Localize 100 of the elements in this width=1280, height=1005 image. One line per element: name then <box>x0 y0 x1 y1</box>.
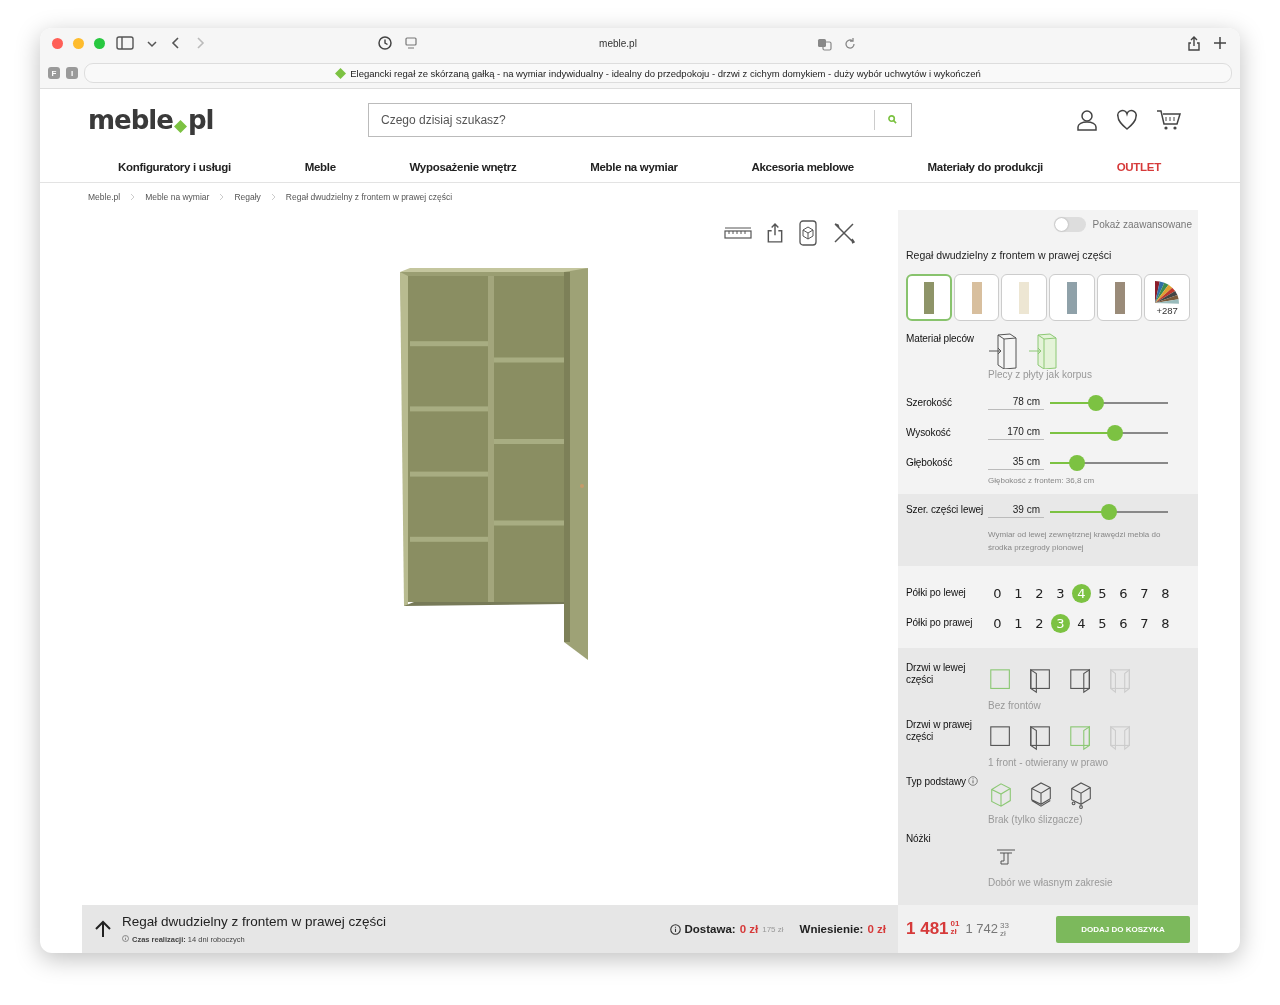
chevron-right-icon <box>219 192 225 201</box>
shelf-count-option[interactable]: 2 <box>1030 583 1049 603</box>
carrying-label: Wniesienie: <box>799 923 864 936</box>
tab-pill[interactable]: Elegancki regał ze skórzaną gałką - na wymiar indywidualny - idealny do przedpokoju - drzwi z cichym domykiem - duży wybór uchwytów i wykończeń <box>84 63 1232 83</box>
old-price: 1 742 <box>965 920 998 936</box>
shelf-count-option[interactable]: 7 <box>1135 583 1154 603</box>
color-swatch[interactable] <box>906 274 952 322</box>
nav-link[interactable]: Konfiguratory i usługi <box>118 160 231 173</box>
field-label: Szerokość <box>906 397 953 410</box>
shelf-count-option[interactable]: 6 <box>1114 613 1133 633</box>
field-label: Półki po lewej <box>906 587 967 600</box>
user-icon[interactable] <box>1076 108 1098 131</box>
color-swatch[interactable] <box>1001 274 1048 322</box>
shelf-count-option[interactable]: 7 <box>1135 613 1154 633</box>
base-option-icon[interactable] <box>1068 780 1094 811</box>
shelf-count-option[interactable]: 0 <box>988 583 1007 603</box>
info-icon[interactable] <box>669 923 681 935</box>
breadcrumb-link[interactable]: Regały <box>234 191 261 202</box>
field-label: Głębokość <box>906 457 954 470</box>
sidebar-icon[interactable] <box>115 34 135 52</box>
arrow-up-icon[interactable] <box>94 920 112 939</box>
reload-icon[interactable] <box>842 36 856 50</box>
shelf-count-option[interactable]: 1 <box>1009 613 1028 633</box>
chevron-right-icon <box>270 192 276 201</box>
slider-thumb[interactable] <box>1087 395 1104 412</box>
nav-link[interactable]: Materiały do produkcji <box>927 160 1043 173</box>
share-icon[interactable] <box>1186 35 1202 51</box>
dimension-field[interactable]: 35 cm <box>988 456 1044 471</box>
more-colors-button[interactable]: +287 <box>1144 274 1191 322</box>
close-button[interactable] <box>52 37 63 49</box>
price-currency: zł <box>950 928 958 937</box>
shelf-count-option[interactable]: 6 <box>1114 583 1133 603</box>
nav-link[interactable]: Wyposażenie wnętrz <box>409 160 517 173</box>
color-swatch[interactable] <box>1096 274 1143 322</box>
dimension-field[interactable]: 170 cm <box>988 426 1044 441</box>
address-bar[interactable]: meble.pl <box>429 37 807 49</box>
field-label: Szer. części lewej <box>906 504 985 517</box>
color-swatch[interactable] <box>1049 274 1095 322</box>
page-icon[interactable] <box>403 35 419 51</box>
dimension-field[interactable]: 39 cm <box>988 504 1044 519</box>
toggle-label: Pokaż zaawansowane <box>1092 218 1192 230</box>
ruler-icon[interactable] <box>724 227 752 240</box>
field-label: Drzwi w prawej części <box>906 719 973 745</box>
diamond-icon <box>173 119 187 133</box>
panel-back-icon[interactable] <box>988 333 1018 370</box>
product-title: Regał dwudzielny z frontem w prawej części <box>906 249 1113 262</box>
delivery-label: Dostawa: <box>684 923 736 936</box>
tools-icon[interactable] <box>832 221 856 246</box>
shelf-count-option[interactable]: 5 <box>1093 583 1112 603</box>
breadcrumb-link[interactable]: Regał dwudzielny z frontem w prawej części <box>285 191 453 202</box>
leg-icon <box>996 849 1016 866</box>
shelf-count-option[interactable]: 1 <box>1009 583 1028 603</box>
shelf-count-option[interactable]: 8 <box>1156 613 1175 633</box>
breadcrumb-link[interactable]: Meble.pl <box>88 191 121 202</box>
hint-text: Wymiar od lewej zewnętrznej krawędzi mebla do środka przegrody pionowej <box>988 529 1162 555</box>
color-swatch[interactable] <box>953 274 1000 322</box>
option-caption: Brak (tylko ślizgacze) <box>988 814 1084 826</box>
field-label: Wysokość <box>906 427 952 440</box>
toggle-switch[interactable] <box>1054 216 1087 232</box>
color-fan-icon <box>1153 279 1182 306</box>
product-title: Regał dwudzielny z frontem w prawej części <box>122 914 388 930</box>
shelf-count-option[interactable]: 2 <box>1030 613 1049 633</box>
old-delivery-price: 175 zł <box>762 924 784 934</box>
slider-thumb[interactable] <box>1107 425 1124 442</box>
option-caption: 1 front - otwierany w prawo <box>988 757 1110 769</box>
nav-link[interactable]: Meble na wymiar <box>590 160 678 173</box>
option-caption: Plecy z płyty jak korpus <box>988 369 1093 381</box>
price-cents: 01 <box>950 920 960 929</box>
diamond-icon <box>335 67 347 79</box>
heart-icon[interactable] <box>1116 108 1138 131</box>
phone-cube-icon[interactable] <box>798 220 818 247</box>
history-icon[interactable] <box>377 35 393 51</box>
shelf-count-option[interactable]: 4 <box>1072 613 1091 633</box>
info-icon <box>122 935 129 943</box>
nav-link[interactable]: Meble <box>304 160 336 173</box>
share-icon[interactable] <box>766 223 784 244</box>
field-label: Półki po prawej <box>906 617 974 630</box>
nav-link[interactable]: Akcesoria meblowe <box>751 160 854 173</box>
new-tab-icon[interactable] <box>1212 35 1228 51</box>
nav-link[interactable]: OUTLET <box>1116 160 1161 173</box>
field-label: Drzwi w lewej części <box>906 662 967 688</box>
hint-text: Głębokość z frontem: 36,8 cm <box>988 475 1096 488</box>
shelf-count-option[interactable]: 3 <box>1051 583 1070 603</box>
shelf-count-option[interactable]: 0 <box>988 613 1007 633</box>
delivery-price: 0 zł <box>739 923 759 936</box>
maximize-button[interactable] <box>94 37 105 49</box>
breadcrumb-link[interactable]: Meble na wymiar <box>145 191 210 202</box>
carrying-price: 0 zł <box>867 923 886 936</box>
cart-icon[interactable] <box>1156 108 1182 131</box>
field-label: Nóżki <box>906 833 932 846</box>
shelf-count-option[interactable]: 5 <box>1093 613 1112 633</box>
field-label: Typ podstawy <box>906 776 966 789</box>
price: 1 481 <box>906 919 949 940</box>
dimension-field[interactable]: 78 cm <box>988 396 1044 411</box>
tab-title: Elegancki regał ze skórzaną gałką - na wymiar indywidualny - idealny do przedpokoju - drzwi z cichym domykiem - duży wybór uchwytów i wykończeń <box>350 67 981 79</box>
slider-thumb[interactable] <box>1101 504 1117 521</box>
slider-thumb[interactable] <box>1069 455 1086 472</box>
field-label: Materiał pleców <box>906 333 975 347</box>
shelf-count-option[interactable]: 8 <box>1156 583 1175 603</box>
logo[interactable]: meble pl <box>88 104 368 135</box>
